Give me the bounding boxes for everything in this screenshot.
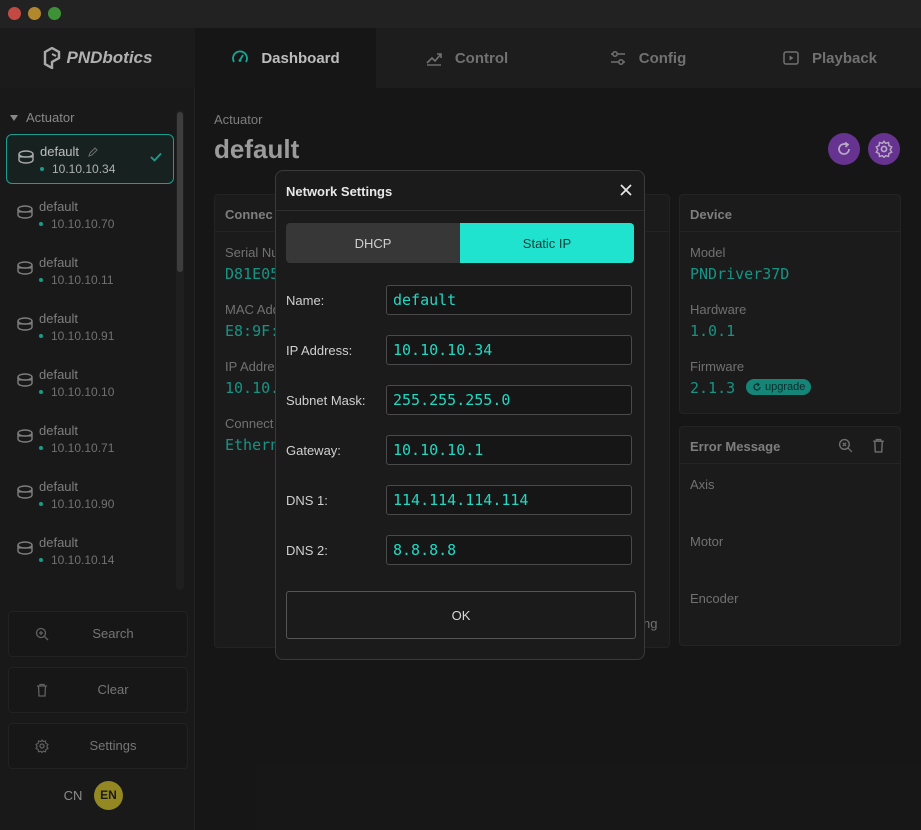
ip-mode-toggle: DHCP Static IP <box>286 223 634 263</box>
ip-address-label: IP Address: <box>286 343 353 358</box>
dns1-field[interactable] <box>386 485 632 515</box>
dns2-field[interactable] <box>386 535 632 565</box>
close-icon[interactable] <box>618 182 634 198</box>
dns1-label: DNS 1: <box>286 493 328 508</box>
dialog-title: Network Settings <box>286 184 393 199</box>
subnet-mask-label: Subnet Mask: <box>286 393 366 408</box>
ip-address-field[interactable] <box>386 335 632 365</box>
static-ip-option[interactable]: Static IP <box>460 223 634 263</box>
dhcp-option[interactable]: DHCP <box>286 223 460 263</box>
name-field[interactable] <box>386 285 632 315</box>
name-label: Name: <box>286 293 325 308</box>
ok-button[interactable]: OK <box>286 591 636 639</box>
dialog-divider <box>276 210 644 211</box>
network-settings-dialog: Network Settings DHCP Static IP Name: IP… <box>275 170 645 660</box>
dns2-label: DNS 2: <box>286 543 328 558</box>
gateway-label: Gateway: <box>286 443 341 458</box>
gateway-field[interactable] <box>386 435 632 465</box>
subnet-mask-field[interactable] <box>386 385 632 415</box>
